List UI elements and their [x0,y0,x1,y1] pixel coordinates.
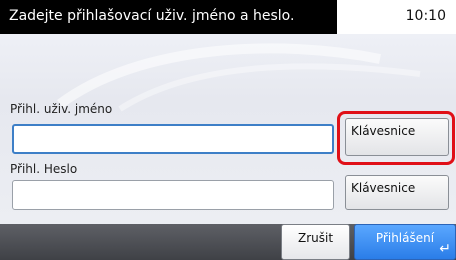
title-bar: Zadejte přihlašovací uživ. jméno a heslo… [0,0,456,34]
password-keyboard-button[interactable]: Klávesnice [345,175,449,210]
title-background: Zadejte přihlašovací uživ. jméno a heslo… [0,0,337,34]
username-field[interactable] [12,124,334,154]
login-button[interactable]: Přihlášení ↵ [354,224,456,260]
password-field[interactable] [12,180,334,210]
cancel-button[interactable]: Zrušit [281,224,350,260]
username-keyboard-button[interactable]: Klávesnice [345,118,449,156]
login-button-label: Přihlášení [375,231,435,245]
clock: 10:10 [405,8,446,24]
cancel-button-label: Zrušit [297,231,334,245]
password-label: Přihl. Heslo [10,162,78,176]
username-label: Přihl. uživ. jméno [10,102,113,116]
page-title: Zadejte přihlašovací uživ. jméno a heslo… [9,8,295,24]
enter-icon: ↵ [439,241,451,257]
